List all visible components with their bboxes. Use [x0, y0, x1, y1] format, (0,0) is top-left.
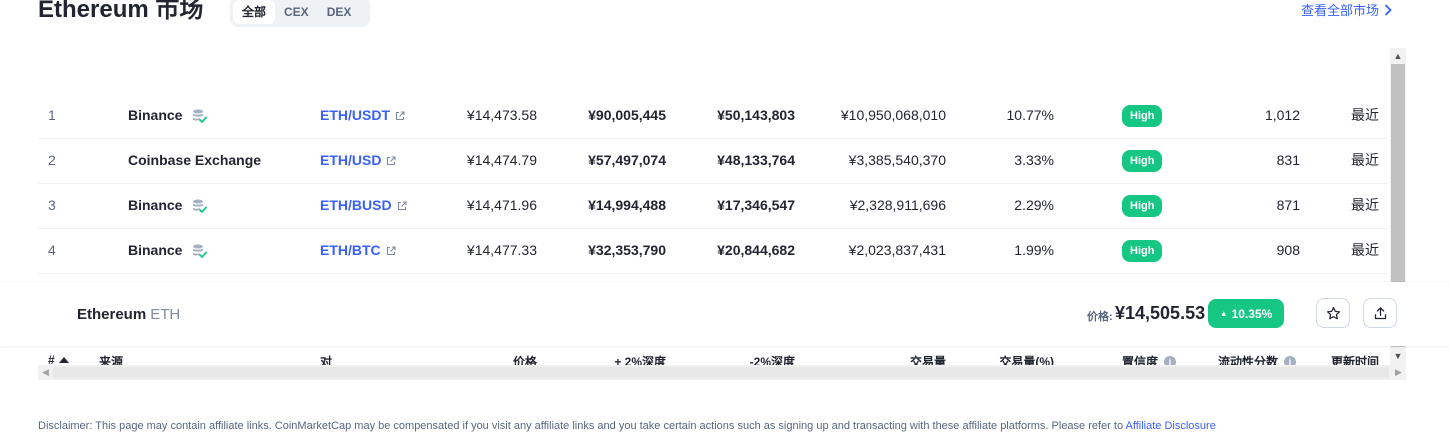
view-all-markets-label: 查看全部市场 [1301, 3, 1380, 18]
price-change-value: 10.35% [1231, 306, 1273, 321]
liquidity-cell: 908 [1276, 242, 1300, 258]
scroll-right-arrow-icon[interactable]: ▶ [1391, 365, 1406, 380]
updated-cell: 最近 [1351, 152, 1379, 168]
scroll-down-arrow-icon[interactable]: ▼ [1390, 348, 1406, 364]
exchange-name: Coinbase Exchange [128, 152, 262, 168]
confidence-badge: High [1122, 104, 1163, 127]
depth-down-cell: ¥48,133,764 [717, 152, 795, 168]
pair-name: ETH/BUSD [320, 197, 392, 213]
table-row[interactable]: 2 Coinbase Exchange ETH/USD ¥14,474.79 ¥57,4… [38, 138, 1388, 184]
confidence-cell: High [1122, 183, 1163, 228]
exchange-link[interactable]: Binance [128, 93, 208, 138]
table-row[interactable]: 4 Binance ETH/BTC ¥14,477.33 ¥32,353,790 ¥20,… [38, 228, 1388, 274]
coin-name: Ethereum [77, 306, 147, 323]
volume-pct-cell: 3.33% [1014, 152, 1054, 168]
updated-cell: 最近 [1351, 242, 1379, 258]
share-button[interactable] [1363, 298, 1397, 328]
confidence-cell: High [1122, 228, 1163, 273]
liquidity-cell: 1,012 [1264, 107, 1300, 123]
confidence-cell: High [1122, 138, 1163, 183]
liquidity-cell: 831 [1276, 152, 1300, 168]
price-cell: ¥14,471.96 [466, 197, 537, 213]
confidence-badge: High [1122, 239, 1163, 262]
affiliate-disclaimer: Disclaimer: This page may contain affili… [38, 420, 1216, 432]
depth-up-cell: ¥90,005,445 [588, 107, 666, 123]
view-all-markets-link[interactable]: 查看全部市场 [1301, 0, 1392, 19]
updated-cell: 最近 [1351, 197, 1379, 213]
price-cell: ¥14,477.33 [466, 242, 537, 258]
volume-cell: ¥2,023,837,431 [848, 242, 946, 258]
exchange-name: Binance [128, 242, 183, 258]
volume-pct-cell: 10.77% [1006, 107, 1054, 123]
tab-all[interactable]: 全部 [233, 0, 276, 24]
tab-dex[interactable]: DEX [318, 0, 361, 24]
scroll-left-arrow-icon[interactable]: ◀ [38, 365, 53, 380]
volume-pct-cell: 1.99% [1014, 242, 1054, 258]
row-rank: 1 [48, 107, 56, 123]
horizontal-scrollbar[interactable]: ◀ ▶ [38, 365, 1406, 380]
sticky-coin-bar: Ethereum ETH 价格: ¥14,505.53 ▲ 10.35% [0, 282, 1450, 346]
liquidity-cell: 871 [1276, 197, 1300, 213]
coin-price: ¥14,505.53 [1115, 303, 1206, 323]
coin-title: Ethereum ETH [77, 306, 180, 323]
exchange-name: Binance [128, 197, 183, 213]
cex-verified-icon [193, 244, 208, 258]
volume-cell: ¥10,950,068,010 [840, 107, 946, 123]
updated-cell: 最近 [1351, 107, 1379, 123]
confidence-badge: High [1122, 194, 1163, 217]
cex-verified-icon [193, 199, 208, 213]
pair-name: ETH/USDT [320, 107, 390, 123]
sort-up-icon [58, 357, 69, 363]
disclaimer-text: Disclaimer: This page may contain affili… [38, 420, 1126, 432]
external-link-icon [387, 155, 397, 165]
depth-down-cell: ¥50,143,803 [717, 107, 795, 123]
watchlist-button[interactable] [1316, 298, 1350, 328]
price-cell: ¥14,474.79 [466, 152, 537, 168]
market-type-tabs: 全部 CEX DEX [230, 0, 370, 27]
price-cell: ¥14,473.58 [466, 107, 537, 123]
row-rank: 3 [48, 197, 56, 213]
depth-up-cell: ¥14,994,488 [588, 197, 666, 213]
table-row[interactable]: 3 Binance ETH/BUSD ¥14,471.96 ¥14,994,488 ¥17… [38, 183, 1388, 229]
share-icon [1374, 306, 1386, 319]
external-link-icon [395, 110, 405, 120]
coin-symbol: ETH [150, 306, 181, 323]
table-row[interactable]: 1 Binance ETH/USDT ¥14,473.58 ¥90,005,445 ¥50… [38, 93, 1388, 139]
pair-link[interactable]: ETH/USD [320, 138, 397, 183]
horizontal-scroll-thumb[interactable] [53, 367, 1389, 378]
volume-cell: ¥3,385,540,370 [848, 152, 946, 168]
pair-link[interactable]: ETH/BTC [320, 228, 396, 273]
row-rank: 2 [48, 152, 56, 168]
price-change-badge: ▲ 10.35% [1208, 299, 1284, 328]
caret-up-icon: ▲ [1219, 309, 1228, 318]
page-title: Ethereum 市场 [38, 0, 204, 23]
pair-name: ETH/BTC [320, 242, 381, 258]
tab-cex[interactable]: CEX [275, 0, 318, 24]
volume-pct-cell: 2.29% [1014, 197, 1054, 213]
depth-up-cell: ¥57,497,074 [588, 152, 666, 168]
row-rank: 4 [48, 242, 56, 258]
star-icon [1326, 306, 1340, 319]
scroll-up-arrow-icon[interactable]: ▲ [1390, 48, 1406, 64]
external-link-icon [397, 200, 407, 210]
affiliate-disclosure-link[interactable]: Affiliate Disclosure [1126, 420, 1216, 432]
exchange-link[interactable]: Binance [128, 228, 208, 273]
external-link-icon [386, 245, 396, 255]
depth-down-cell: ¥20,844,682 [717, 242, 795, 258]
exchange-link[interactable]: Binance [128, 183, 208, 228]
exchange-link[interactable]: Coinbase Exchange [128, 138, 261, 183]
price-label: 价格: [1087, 311, 1113, 323]
cex-verified-icon [193, 109, 208, 123]
confidence-badge: High [1122, 149, 1163, 172]
depth-up-cell: ¥32,353,790 [588, 242, 666, 258]
pair-name: ETH/USD [320, 152, 382, 168]
volume-cell: ¥2,328,911,696 [849, 197, 946, 213]
pair-link[interactable]: ETH/USDT [320, 93, 405, 138]
confidence-cell: High [1122, 93, 1163, 138]
chevron-right-icon [1384, 3, 1392, 16]
pair-link[interactable]: ETH/BUSD [320, 183, 407, 228]
exchange-name: Binance [128, 107, 183, 123]
depth-down-cell: ¥17,346,547 [717, 197, 795, 213]
